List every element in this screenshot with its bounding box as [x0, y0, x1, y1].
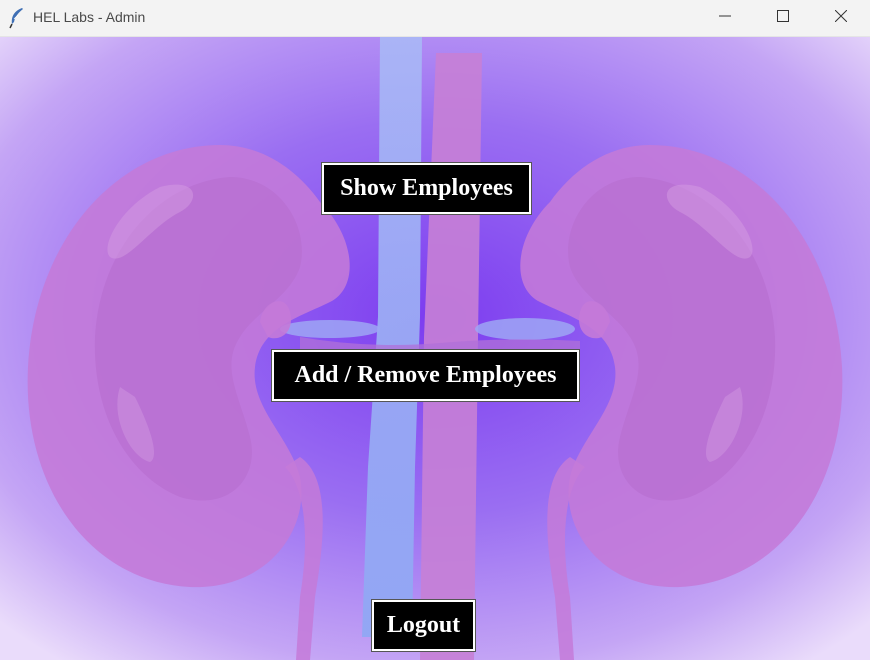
minimize-button[interactable] [696, 0, 754, 36]
close-icon [834, 9, 848, 27]
maximize-button[interactable] [754, 0, 812, 36]
add-remove-employees-button[interactable]: Add / Remove Employees [271, 349, 580, 402]
maximize-icon [777, 9, 789, 27]
logout-button[interactable]: Logout [371, 599, 476, 652]
close-button[interactable] [812, 0, 870, 36]
title-bar[interactable]: HEL Labs - Admin [0, 0, 870, 37]
kidneys-illustration [0, 37, 870, 660]
show-employees-button[interactable]: Show Employees [321, 162, 532, 215]
window-title: HEL Labs - Admin [33, 9, 146, 25]
main-canvas: Show Employees Add / Remove Employees Lo… [0, 37, 870, 660]
minimize-icon [719, 9, 731, 27]
feather-icon [8, 7, 26, 29]
admin-window: HEL Labs - Admin Show Employees Add / Re… [0, 0, 870, 660]
